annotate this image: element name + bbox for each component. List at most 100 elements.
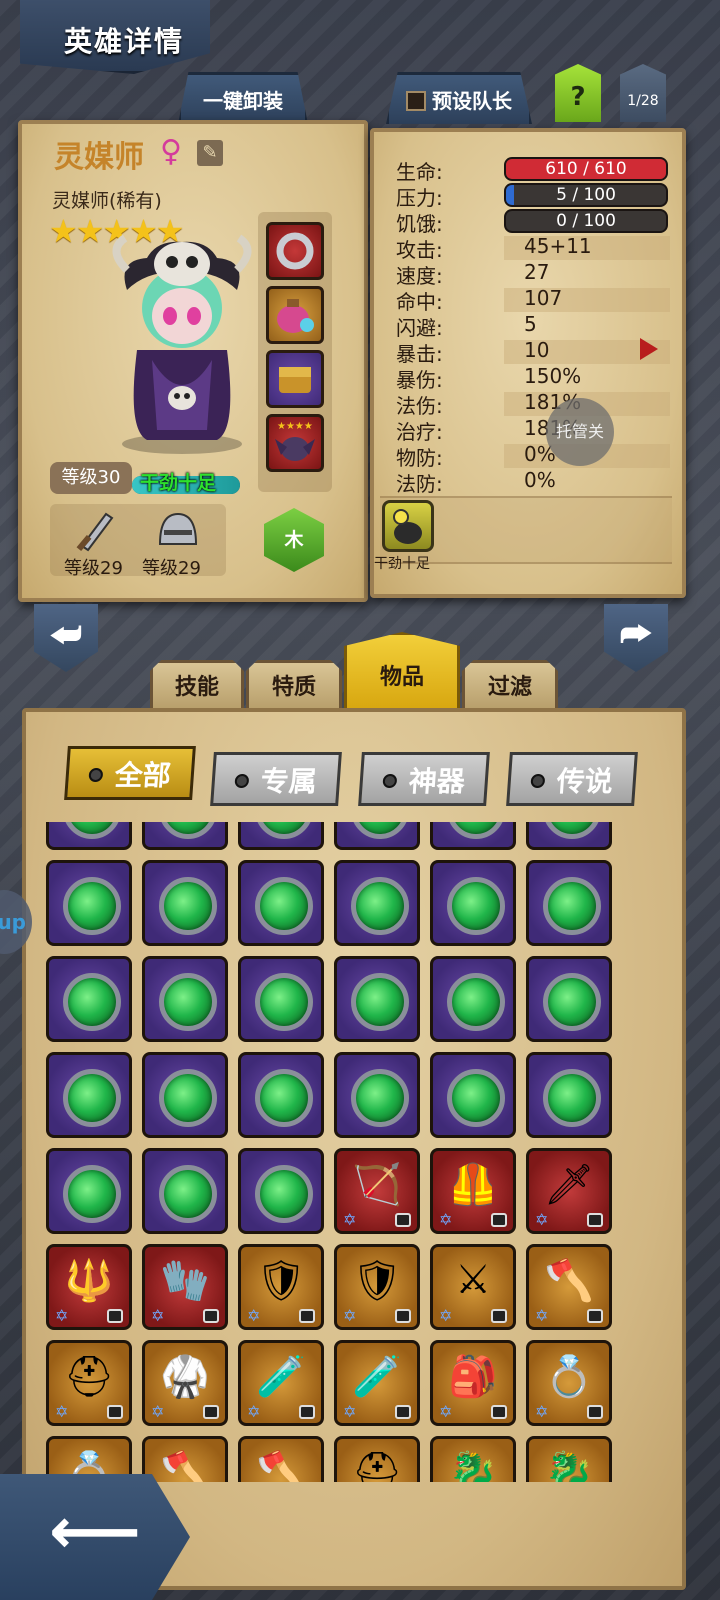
inventory-item-gem[interactable] xyxy=(46,860,132,946)
filter-exclusive-button[interactable]: 专属 xyxy=(210,752,342,806)
inventory-item-gem[interactable] xyxy=(46,1052,132,1138)
green-gem-icon xyxy=(447,973,505,1031)
element-badge[interactable]: 木 xyxy=(264,508,324,572)
potion-bag-slot[interactable] xyxy=(266,286,324,344)
inventory-item-cross-blade[interactable]: ⚔ ✡ xyxy=(430,1244,516,1330)
inventory-item-gem[interactable] xyxy=(46,956,132,1042)
inventory-item-gem[interactable] xyxy=(430,822,516,850)
inventory-item-flask[interactable]: 🧪 ✡ xyxy=(334,1340,420,1426)
stat-row: 速度: 27 xyxy=(396,260,666,288)
green-gem-icon xyxy=(543,1069,601,1127)
unequip-all-button[interactable]: 一键卸装 xyxy=(178,72,308,124)
inventory-item-helmet[interactable]: ⛑✡ xyxy=(334,1436,420,1482)
green-gem-icon xyxy=(351,877,409,935)
inventory-item-shield[interactable]: 🛡 ✡ xyxy=(238,1244,324,1330)
inventory-item-gem[interactable] xyxy=(142,1148,228,1234)
pet-slot[interactable]: ★★★★ xyxy=(266,414,324,472)
stat-row: 攻击: 45+11 xyxy=(396,234,670,262)
inventory-item-gem[interactable] xyxy=(238,860,324,946)
inventory-item-gem[interactable] xyxy=(430,1052,516,1138)
page-title: 英雄详情 xyxy=(64,25,185,58)
filter-artifact-label: 神器 xyxy=(407,765,466,798)
inventory-item-axe[interactable]: 🪓✡ xyxy=(238,1436,324,1482)
inventory-item-gem[interactable] xyxy=(238,822,324,850)
inventory-item-gem[interactable] xyxy=(526,956,612,1042)
inventory-item-gem[interactable] xyxy=(142,860,228,946)
auto-toggle-button[interactable]: 托管关 xyxy=(546,398,614,466)
inventory-item-gem[interactable] xyxy=(238,1148,324,1234)
tab-items[interactable]: 物品 xyxy=(344,632,460,710)
inventory-item-gem[interactable] xyxy=(334,1052,420,1138)
stat-label: 法防: xyxy=(396,472,443,496)
inventory-item-spear[interactable]: 🔱 ✡ xyxy=(46,1244,132,1330)
inventory-item-bag[interactable]: 🎒 ✡ xyxy=(430,1340,516,1426)
tab-filter[interactable]: 过滤 xyxy=(462,660,558,710)
inventory-item-trinket[interactable]: 🐉✡ xyxy=(430,1436,516,1482)
motivated-status-icon[interactable] xyxy=(382,500,434,552)
inventory-item-ring[interactable]: 💍✡ xyxy=(526,1340,612,1426)
inventory-item-gem[interactable] xyxy=(430,956,516,1042)
radio-dot-icon xyxy=(382,774,398,788)
inventory-item-gem[interactable] xyxy=(46,822,132,850)
lock-icon xyxy=(491,1309,507,1323)
preset-captain-toggle[interactable]: 预设队长 xyxy=(386,72,532,124)
ring-slot[interactable] xyxy=(266,222,324,280)
filter-legendary-button[interactable]: 传说 xyxy=(506,752,638,806)
inventory-item-gem[interactable] xyxy=(46,1148,132,1234)
inventory-item-gem[interactable] xyxy=(526,860,612,946)
inventory-item-axe[interactable]: 🪓✡ xyxy=(526,1244,612,1330)
inventory-item-crossbow[interactable]: 🏹 ✡ xyxy=(334,1148,420,1234)
inventory-item-gem[interactable] xyxy=(334,822,420,850)
inventory-item-gem[interactable] xyxy=(526,822,612,850)
green-gem-icon xyxy=(543,822,601,839)
inventory-item-gloves[interactable]: 🧤 ✡ xyxy=(142,1244,228,1330)
help-button[interactable]: ? xyxy=(555,64,601,122)
chest-icon xyxy=(279,367,311,393)
inventory-item-dagger[interactable]: 🗡 ✡ xyxy=(526,1148,612,1234)
green-gem-icon xyxy=(159,877,217,935)
green-gem-icon xyxy=(447,822,505,839)
inventory-item-flask[interactable]: 🧪 ✡ xyxy=(238,1340,324,1426)
spear-icon: 🔱 xyxy=(64,1258,114,1304)
stat-label: 法伤: xyxy=(396,394,443,418)
inventory-item-axe[interactable]: 🪓✡ xyxy=(142,1436,228,1482)
stat-label: 命中: xyxy=(396,290,443,314)
filter-all-button[interactable]: 全部 xyxy=(64,746,196,800)
green-gem-icon xyxy=(159,1069,217,1127)
filter-artifact-button[interactable]: 神器 xyxy=(358,752,490,806)
inventory-item-gem[interactable] xyxy=(142,822,228,850)
preset-captain-label: 预设队长 xyxy=(432,89,512,113)
inventory-item-gem[interactable] xyxy=(142,956,228,1042)
inventory-item-shield[interactable]: 🛡 ✡ xyxy=(334,1244,420,1330)
inventory-item-gem[interactable] xyxy=(238,1052,324,1138)
hero-name: 灵媒师 xyxy=(54,140,144,175)
inventory-item-gem[interactable] xyxy=(334,956,420,1042)
inventory-item-gem[interactable] xyxy=(430,860,516,946)
chest-slot[interactable] xyxy=(266,350,324,408)
inventory-item-gem[interactable] xyxy=(526,1052,612,1138)
star-of-david-icon: ✡ xyxy=(55,1306,69,1325)
axe-icon: 🪓 xyxy=(256,1450,306,1482)
inventory-item-gem[interactable] xyxy=(334,860,420,946)
lock-icon xyxy=(587,1405,603,1419)
inventory-item-helmet[interactable]: ⛑✡ xyxy=(46,1340,132,1426)
tab-traits[interactable]: 特质 xyxy=(246,660,342,710)
next-page-arrow-icon[interactable] xyxy=(640,338,658,360)
green-gem-icon xyxy=(351,822,409,839)
checkbox-icon[interactable] xyxy=(406,91,426,111)
green-gem-icon xyxy=(63,973,121,1031)
inventory-item-gem[interactable] xyxy=(238,956,324,1042)
lock-icon xyxy=(395,1309,411,1323)
tab-traits-label: 特质 xyxy=(271,675,316,700)
lock-icon xyxy=(203,1405,219,1419)
green-gem-icon xyxy=(255,973,313,1031)
tab-skills[interactable]: 技能 xyxy=(150,660,244,710)
edit-icon[interactable]: ✎ xyxy=(197,140,223,166)
inventory-item-armor[interactable]: 🥋 ✡ xyxy=(142,1340,228,1426)
inventory-item-gem[interactable] xyxy=(142,1052,228,1138)
back-button[interactable]: ⟵ xyxy=(0,1474,190,1600)
inventory-item-trinket[interactable]: 🐉✡ xyxy=(526,1436,612,1482)
tab-items-label: 物品 xyxy=(379,665,424,690)
inventory-item-chest-armor[interactable]: 🦺 ✡ xyxy=(430,1148,516,1234)
gear-levels: 等级29 等级29 xyxy=(50,504,226,579)
